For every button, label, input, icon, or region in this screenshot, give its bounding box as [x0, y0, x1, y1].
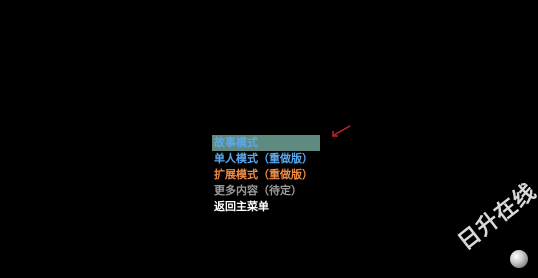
sphere-logo-icon: [510, 250, 528, 268]
watermark-text: 日升在线: [453, 179, 538, 256]
red-arrow-icon: [332, 125, 351, 137]
menu-item-story-mode[interactable]: 故事模式: [212, 135, 320, 151]
menu-item-return-main-menu[interactable]: 返回主菜单: [212, 199, 324, 215]
menu-item-more-content[interactable]: 更多内容（待定）: [212, 183, 324, 199]
menu-item-extended-mode[interactable]: 扩展模式（重做版）: [212, 167, 324, 183]
main-menu: 故事模式 单人模式（重做版） 扩展模式（重做版） 更多内容（待定） 返回主菜单: [212, 135, 324, 215]
menu-item-single-mode[interactable]: 单人模式（重做版）: [212, 151, 324, 167]
watermark: 日升在线: [440, 175, 538, 270]
